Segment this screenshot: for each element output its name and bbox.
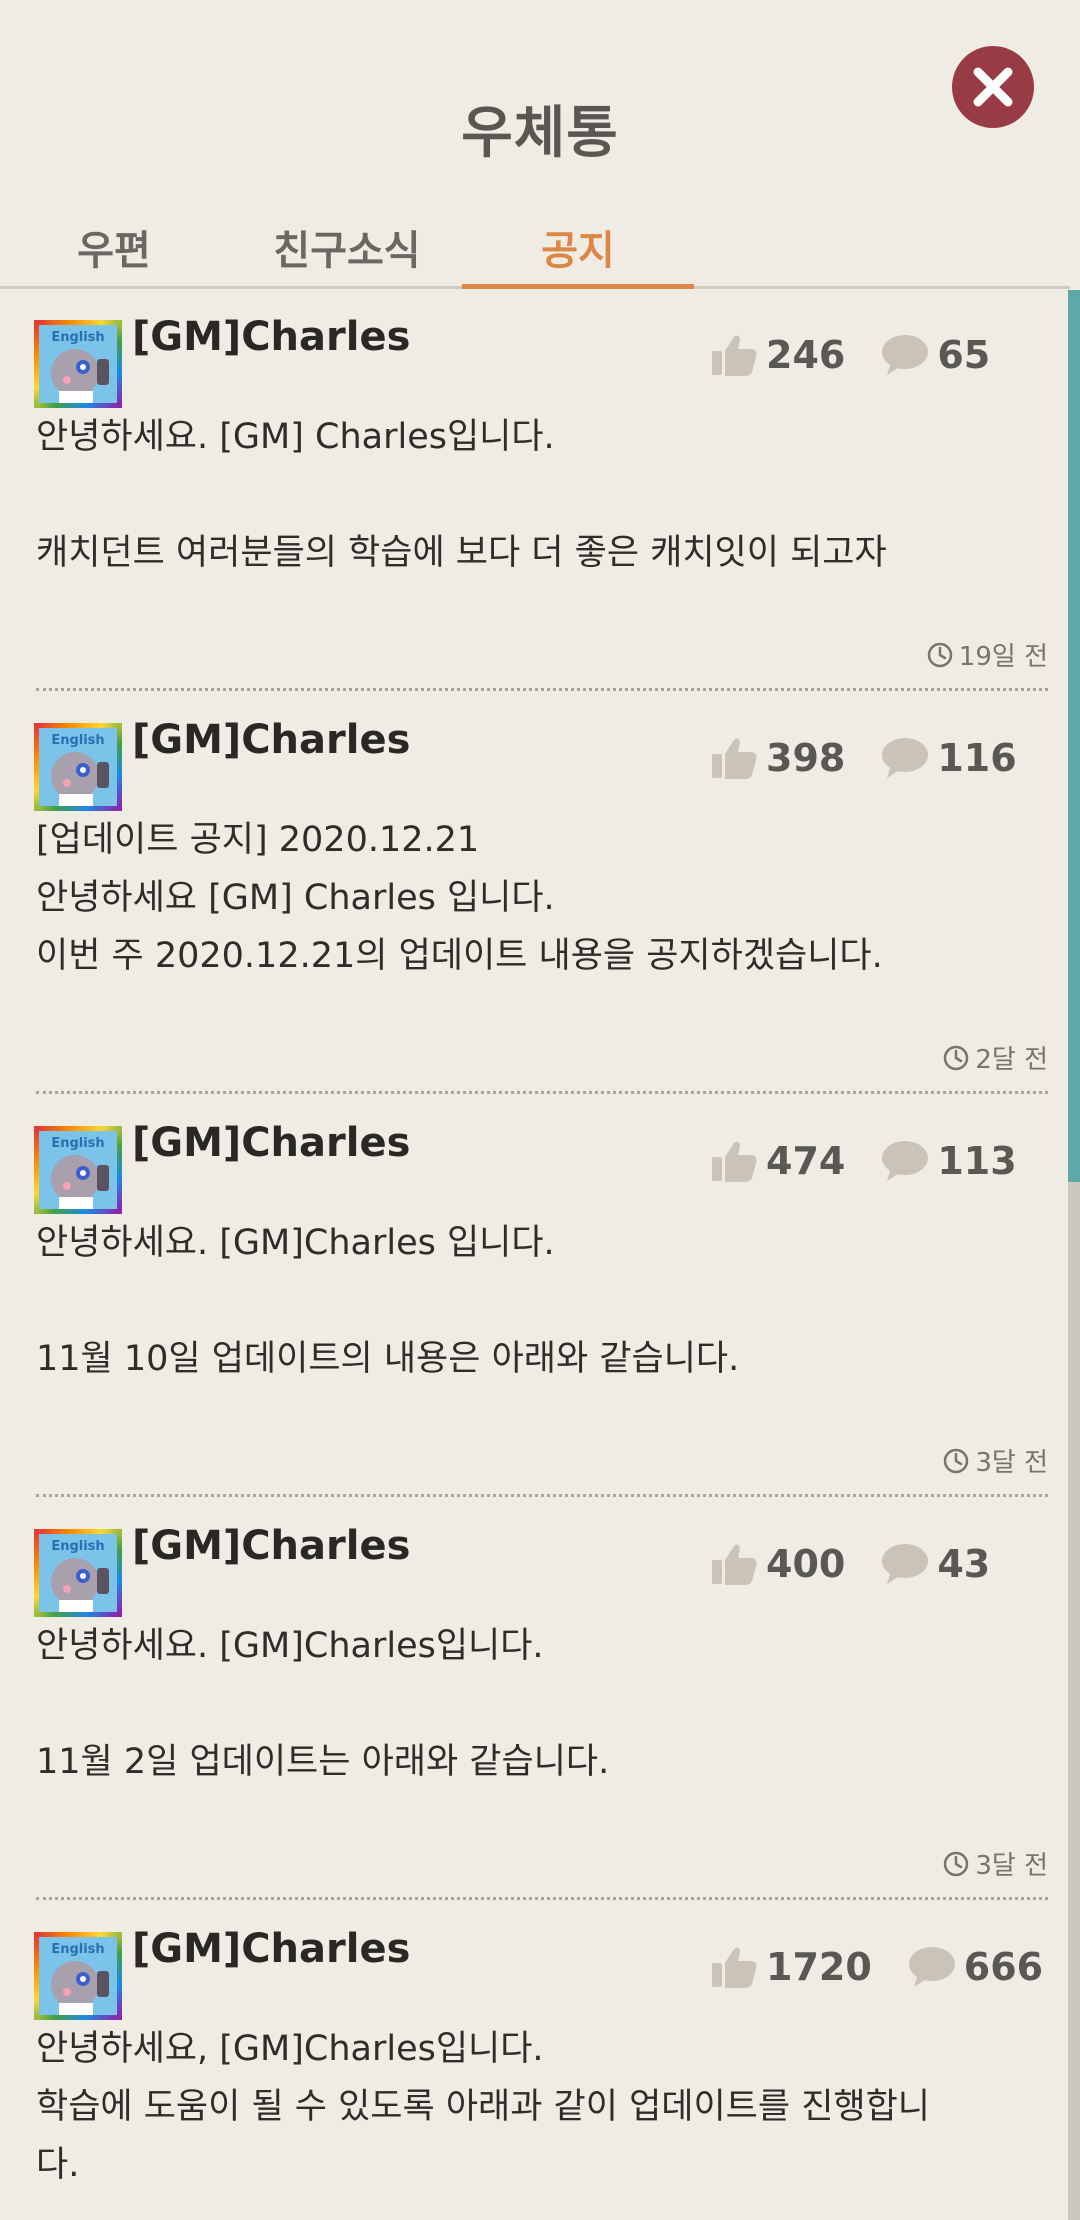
post-body: 안녕하세요. [GM]Charles 입니다. 11월 10일 업데이트의 내용…	[36, 1223, 740, 1379]
post-author: [GM]Charles	[132, 1523, 411, 1569]
post-stats: 398 116	[712, 733, 1017, 783]
tab-friend-news[interactable]: 친구소식	[252, 222, 442, 290]
robot-avatar[interactable]: English	[34, 723, 122, 811]
svg-text:English: English	[51, 1942, 104, 1957]
thumbs-up-icon[interactable]	[712, 1542, 758, 1586]
post-body: [업데이트 공지] 2020.12.21 안녕하세요 [GM] Charles …	[36, 820, 883, 976]
time-label: 3달 전	[975, 1851, 1048, 1881]
notice-post[interactable]: English [GM]Charles 400 43 안녕하세요. [GM]Ch…	[0, 1499, 1048, 1902]
clock-icon	[944, 1045, 969, 1070]
post-body: 안녕하세요, [GM]Charles입니다. 학습에 도움이 될 수 있도록 아…	[36, 2029, 931, 2185]
robot-avatar[interactable]: English	[34, 320, 122, 408]
post-stats: 1720 666	[712, 1942, 1043, 1992]
clock-icon	[927, 642, 953, 667]
svg-text:English: English	[51, 1539, 104, 1554]
time-label: 2달 전	[975, 1045, 1048, 1075]
notice-post[interactable]: English [GM]Charles 398 116 [업데이트 공지] 20…	[0, 693, 1048, 1096]
notice-post[interactable]: English [GM]Charles 474 113 안녕하세요. [GM]C…	[0, 1096, 1048, 1499]
close-button[interactable]	[952, 46, 1034, 128]
robot-avatar[interactable]: English	[34, 1126, 122, 1214]
post-author: [GM]Charles	[132, 1120, 411, 1166]
post-time: 3달 전	[943, 1442, 1048, 1479]
notice-post[interactable]: English [GM]Charles 1720 666 안녕하세요, [GM]…	[0, 1902, 1048, 2220]
thumbs-up-icon[interactable]	[712, 1945, 758, 1989]
speech-bubble-icon[interactable]	[908, 1946, 956, 1988]
post-stats: 474 113	[712, 1136, 1017, 1186]
page-title: 우체통	[461, 101, 619, 166]
comment-count: 113	[937, 1139, 1017, 1183]
tab-mail[interactable]: 우편	[28, 222, 200, 290]
like-count: 398	[766, 736, 846, 780]
like-count: 246	[766, 333, 846, 377]
robot-avatar[interactable]: English	[34, 1529, 122, 1617]
post-author: [GM]Charles	[132, 314, 411, 360]
speech-bubble-icon[interactable]	[881, 737, 929, 779]
post-stats: 400 43	[712, 1539, 990, 1589]
like-count: 1720	[766, 1945, 872, 1989]
time-label: 19일 전	[958, 642, 1048, 672]
speech-bubble-icon[interactable]	[881, 1140, 929, 1182]
thumbs-up-icon[interactable]	[712, 333, 758, 377]
clock-icon	[944, 1448, 969, 1473]
post-body: 안녕하세요. [GM]Charles입니다. 11월 2일 업데이트는 아래와 …	[36, 1626, 610, 1782]
tab-active-indicator	[462, 284, 694, 289]
svg-text:English: English	[51, 1136, 104, 1151]
like-count: 474	[766, 1139, 846, 1183]
speech-bubble-icon[interactable]	[881, 334, 929, 376]
post-time: 3달 전	[943, 1845, 1048, 1882]
like-count: 400	[766, 1542, 846, 1586]
post-divider	[36, 688, 1048, 691]
comment-count: 666	[963, 1945, 1044, 1989]
scrollbar-thumb[interactable]	[1068, 290, 1080, 1182]
time-label: 3달 전	[975, 1448, 1048, 1478]
post-author: [GM]Charles	[132, 1926, 411, 1972]
speech-bubble-icon[interactable]	[881, 1543, 929, 1585]
post-time: 19일 전	[927, 636, 1048, 673]
post-divider	[36, 1897, 1048, 1900]
post-stats: 246 65	[712, 330, 990, 380]
post-divider	[36, 1091, 1048, 1094]
robot-avatar[interactable]: English	[34, 1932, 122, 2020]
notice-post[interactable]: English [GM]Charles 246 65 안녕하세요. [GM] C…	[0, 290, 1048, 693]
svg-text:English: English	[51, 733, 104, 748]
comment-count: 43	[937, 1542, 991, 1586]
tab-bar: 우편 친구소식 공지	[0, 222, 1080, 290]
thumbs-up-icon[interactable]	[712, 1139, 758, 1183]
post-author: [GM]Charles	[132, 717, 411, 763]
comment-count: 65	[937, 333, 991, 377]
close-icon	[973, 67, 1013, 107]
clock-icon	[944, 1851, 969, 1876]
comment-count: 116	[937, 736, 1017, 780]
post-time: 2달 전	[943, 1039, 1048, 1076]
svg-text:English: English	[51, 330, 104, 345]
post-body: 안녕하세요. [GM] Charles입니다. 캐치던트 여러분들의 학습에 보…	[36, 417, 887, 573]
tab-notice[interactable]: 공지	[462, 222, 694, 290]
post-divider	[36, 1494, 1048, 1497]
thumbs-up-icon[interactable]	[712, 736, 758, 780]
